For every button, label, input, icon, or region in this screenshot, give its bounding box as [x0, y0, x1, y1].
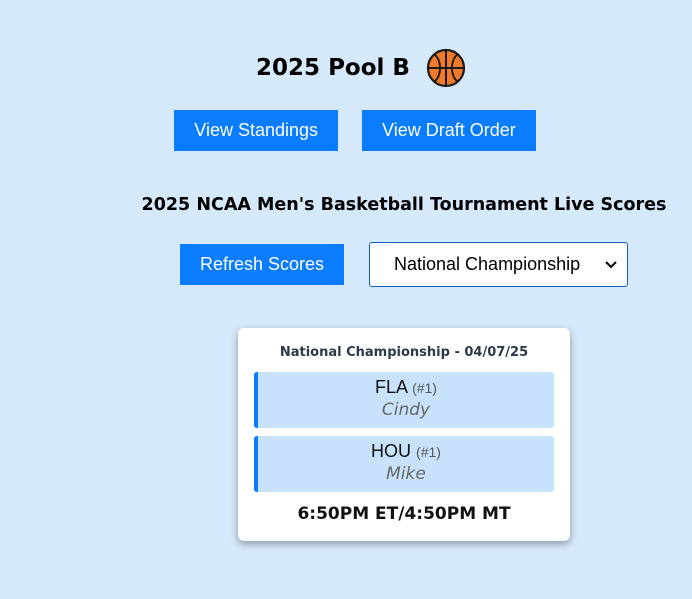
view-standings-button[interactable]: View Standings — [174, 110, 339, 151]
game-time: 6:50PM ET/4:50PM MT — [297, 504, 511, 524]
round-select-value: National Championship — [394, 254, 581, 274]
team-box: FLA (#1) Cindy — [254, 372, 554, 428]
team-line: FLA (#1) — [258, 377, 554, 398]
team-abbr: HOU — [371, 441, 412, 461]
score-controls: Refresh Scores National Championship — [180, 242, 628, 287]
live-scores-title: 2025 NCAA Men's Basketball Tournament Li… — [141, 195, 667, 215]
game-card: National Championship - 04/07/25 FLA (#1… — [238, 328, 570, 541]
round-select[interactable]: National Championship — [369, 242, 628, 287]
chevron-down-icon — [605, 259, 617, 271]
team-seed: (#1) — [416, 444, 441, 460]
refresh-scores-button[interactable]: Refresh Scores — [180, 244, 344, 285]
nav-row: View Standings View Draft Order — [0, 110, 692, 151]
page-title: 2025 Pool B — [256, 55, 410, 81]
game-header: National Championship - 04/07/25 — [279, 345, 529, 360]
team-line: HOU (#1) — [258, 441, 554, 462]
team-abbr: FLA — [375, 377, 408, 397]
team-owner: Mike — [386, 464, 426, 484]
basketball-icon — [426, 48, 466, 88]
team-box: HOU (#1) Mike — [254, 436, 554, 492]
view-draft-order-button[interactable]: View Draft Order — [362, 110, 536, 151]
team-seed: (#1) — [412, 380, 437, 396]
page: 2025 Pool B View Standings View Draft Or… — [0, 0, 692, 599]
title-row: 2025 Pool B — [0, 48, 692, 88]
team-owner: Cindy — [381, 400, 431, 420]
